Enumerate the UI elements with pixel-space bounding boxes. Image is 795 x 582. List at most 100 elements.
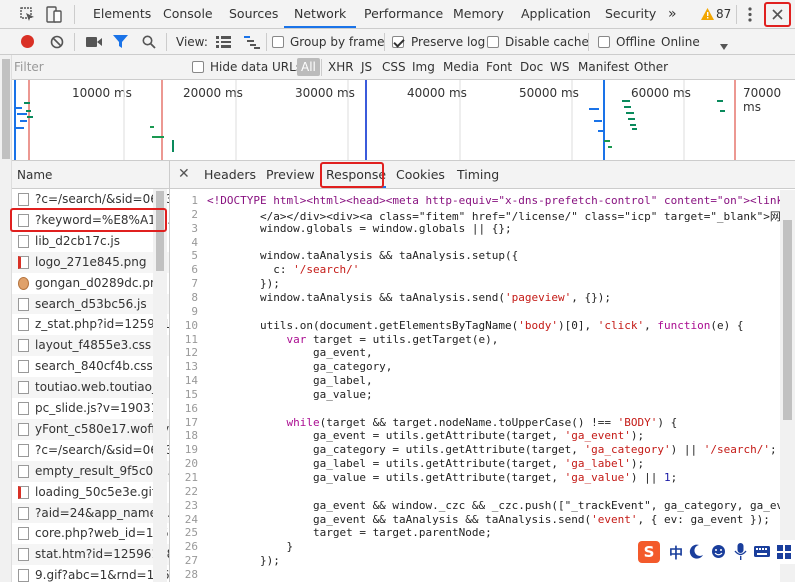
request-row[interactable]: layout_f4855e3.css	[12, 335, 169, 357]
tab-console[interactable]: Console	[163, 0, 213, 28]
offline-checkbox[interactable]	[598, 36, 610, 48]
chevron-down-icon[interactable]	[720, 39, 728, 50]
document-file-icon	[18, 548, 29, 562]
request-row[interactable]: pc_slide.js?v=190313	[12, 398, 169, 419]
ime-lang-toggle[interactable]: 中	[669, 543, 683, 563]
tab-application[interactable]: Application	[521, 0, 591, 28]
tab-network[interactable]: Network	[284, 0, 357, 28]
filter-doc[interactable]: Doc	[520, 55, 543, 79]
line-number: 1	[191, 194, 198, 207]
request-row[interactable]: ?c=/search/&sid=0693	[12, 189, 169, 210]
filter-img[interactable]: Img	[412, 55, 435, 79]
hide-data-urls-label[interactable]: Hide data URLs	[210, 60, 302, 74]
request-row[interactable]: search_d53bc56.js	[12, 293, 169, 315]
document-file-icon	[18, 422, 29, 436]
filter-xhr[interactable]: XHR	[328, 55, 354, 79]
request-list-scrollbar[interactable]	[153, 189, 167, 582]
more-tabs-icon[interactable]: »	[668, 0, 677, 28]
filter-other[interactable]: Other	[634, 55, 668, 79]
preserve-log-checkbox[interactable]	[392, 36, 404, 48]
filter-ws[interactable]: WS	[550, 55, 569, 79]
line-number: 14	[184, 374, 198, 388]
waterfall-icon[interactable]	[244, 36, 260, 49]
filter-css[interactable]: CSS	[382, 55, 406, 79]
tab-performance[interactable]: Performance	[364, 0, 443, 28]
request-row[interactable]: ?aid=24&app_name=.	[12, 502, 169, 524]
code-scrollbar[interactable]	[780, 190, 795, 582]
disable-cache-label[interactable]: Disable cache	[505, 35, 589, 49]
request-row[interactable]: gongan_d0289dc.png	[12, 272, 169, 294]
disable-cache-checkbox[interactable]	[487, 36, 499, 48]
request-row[interactable]: empty_result_9f5c0cd.	[12, 460, 169, 482]
filter-font[interactable]: Font	[486, 55, 512, 79]
request-row[interactable]: search_840cf4b.css	[12, 356, 169, 378]
line-number: 24	[184, 512, 198, 526]
kebab-menu-icon[interactable]	[748, 7, 752, 22]
tab-sources[interactable]: Sources	[229, 0, 278, 28]
request-name: search_840cf4b.css	[35, 359, 153, 374]
keyboard-icon[interactable]	[754, 546, 770, 557]
sogou-logo-icon[interactable]: S	[638, 541, 660, 563]
group-by-frame-checkbox[interactable]	[272, 36, 284, 48]
large-rows-icon[interactable]	[216, 36, 231, 48]
warning-icon[interactable]	[701, 8, 714, 20]
ime-toolbar[interactable]: S 中	[636, 540, 795, 564]
outer-scrollbar-thumb[interactable]	[2, 59, 10, 159]
filter-js[interactable]: JS	[361, 55, 372, 79]
group-by-frame-label[interactable]: Group by frame	[290, 35, 384, 49]
filter-input[interactable]: Filter	[14, 60, 179, 77]
divider	[266, 33, 267, 51]
microphone-icon[interactable]	[734, 543, 747, 560]
hide-data-urls-checkbox[interactable]	[192, 61, 204, 73]
tab-memory[interactable]: Memory	[453, 0, 504, 28]
request-list-header[interactable]: Name	[12, 161, 170, 189]
emoji-icon[interactable]	[711, 544, 726, 559]
request-row[interactable]: stat.htm?id=12596128	[12, 544, 169, 566]
response-code-view[interactable]: 1 <!DOCTYPE html><html><head><meta http-e…	[170, 190, 795, 582]
request-row[interactable]: lib_d2cb17c.js	[12, 230, 169, 252]
code-line: });	[207, 277, 280, 291]
warning-count[interactable]: 87	[716, 7, 731, 21]
code-scrollbar-thumb[interactable]	[783, 220, 792, 420]
request-row[interactable]: toutiao.web.toutiao_p	[12, 377, 169, 399]
request-row[interactable]: loading_50c5e3e.gif	[12, 481, 169, 503]
preserve-log-label[interactable]: Preserve log	[411, 35, 485, 49]
device-toolbar-icon[interactable]	[46, 6, 62, 23]
request-row[interactable]: z_stat.php?id=125961.	[12, 314, 169, 336]
close-detail-icon[interactable]: ✕	[178, 166, 190, 182]
divider	[74, 5, 75, 24]
code-line: });	[207, 554, 280, 568]
moon-icon[interactable]	[689, 544, 704, 559]
request-row[interactable]: logo_271e845.png	[12, 251, 169, 273]
clear-icon[interactable]	[50, 35, 64, 49]
outer-scrollbar[interactable]	[0, 55, 12, 582]
timeline-overview[interactable]: 10000 ms 20000 ms 30000 ms 40000 ms 5000…	[12, 80, 795, 161]
tab-preview[interactable]: Preview	[266, 167, 315, 182]
request-row[interactable]: core.php?web_id=125	[12, 523, 169, 545]
request-row[interactable]: 9.gif?abc=1&rnd=186	[12, 565, 169, 582]
tab-cookies[interactable]: Cookies	[396, 167, 445, 182]
request-name: loading_50c5e3e.gif	[35, 484, 157, 499]
throttling-select[interactable]: Online	[661, 35, 700, 49]
inspect-element-icon[interactable]	[20, 7, 35, 22]
filter-icon[interactable]	[113, 35, 128, 49]
code-line: ga_event = utils.getAttribute(target, 'g…	[207, 429, 645, 443]
code-line: target = target.parentNode;	[207, 526, 492, 540]
request-row[interactable]: ?c=/search/&sid=0693	[12, 439, 169, 461]
offline-label[interactable]: Offline	[616, 35, 655, 49]
record-icon[interactable]	[21, 35, 34, 48]
divider	[321, 59, 322, 76]
request-row[interactable]: yFont_c580e17.woff?v	[12, 418, 169, 440]
search-icon[interactable]	[142, 35, 156, 49]
grid-menu-icon[interactable]	[777, 545, 791, 559]
name-column-header[interactable]: Name	[17, 168, 52, 182]
code-line: ga_label = utils.getAttribute(target, 'g…	[207, 457, 645, 471]
video-camera-icon[interactable]	[86, 36, 102, 48]
filter-media[interactable]: Media	[443, 55, 479, 79]
tab-elements[interactable]: Elements	[93, 0, 151, 28]
tab-security[interactable]: Security	[605, 0, 656, 28]
filter-all[interactable]: All	[297, 58, 320, 76]
tab-timing[interactable]: Timing	[457, 167, 499, 182]
tab-headers[interactable]: Headers	[204, 167, 256, 182]
filter-manifest[interactable]: Manifest	[578, 55, 629, 79]
